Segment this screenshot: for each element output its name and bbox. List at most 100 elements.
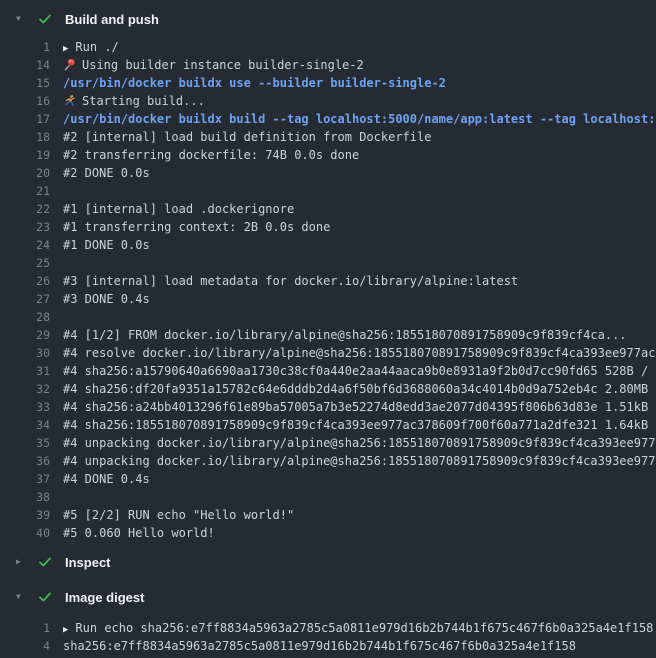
section-title: Image digest [65, 590, 144, 605]
line-text: /usr/bin/docker buildx build --tag local… [63, 112, 656, 126]
section-header[interactable]: ▼ Build and push [0, 9, 656, 29]
chevron-right-icon[interactable]: ▶ [16, 552, 30, 572]
log-line[interactable]: 22 #1 [internal] load .dockerignore [0, 200, 656, 218]
line-number[interactable]: 28 [0, 308, 63, 326]
log-line[interactable]: 33 #4 sha256:a24bb4013296f61e89ba57005a7… [0, 398, 656, 416]
log-line[interactable]: 25 [0, 254, 656, 272]
line-text: #4 sha256:a24bb4013296f61e89ba57005a7b3e… [63, 400, 656, 414]
line-number[interactable]: 40 [0, 524, 63, 542]
line-number[interactable]: 38 [0, 488, 63, 506]
line-number[interactable]: 33 [0, 398, 63, 416]
line-number[interactable]: 1 [0, 38, 63, 56]
runner-icon [63, 94, 76, 107]
log-line[interactable]: 1 ▶Run echo sha256:e7ff8834a5963a2785c5a… [0, 619, 656, 637]
line-content: #3 [internal] load metadata for docker.i… [63, 272, 656, 290]
line-content: sha256:e7ff8834a5963a2785c5a0811e979d16b… [63, 637, 656, 655]
log-line[interactable]: 16 Starting build... [0, 92, 656, 110]
line-number[interactable]: 27 [0, 290, 63, 308]
expand-arrow-icon[interactable]: ▶ [63, 44, 68, 54]
line-content: #4 resolve docker.io/library/alpine@sha2… [63, 344, 656, 362]
line-number[interactable]: 22 [0, 200, 63, 218]
line-text: #3 [internal] load metadata for docker.i… [63, 274, 518, 288]
line-number[interactable]: 4 [0, 637, 63, 655]
line-content: #4 unpacking docker.io/library/alpine@sh… [63, 434, 656, 452]
log-line[interactable]: 37 #4 DONE 0.4s [0, 470, 656, 488]
log-line[interactable]: 40 #5 0.060 Hello world! [0, 524, 656, 542]
log-line[interactable]: 24 #1 DONE 0.0s [0, 236, 656, 254]
line-number[interactable]: 36 [0, 452, 63, 470]
line-text: #3 DONE 0.4s [63, 292, 150, 306]
line-number[interactable]: 23 [0, 218, 63, 236]
line-number[interactable]: 14 [0, 56, 63, 74]
line-content: #1 transferring context: 2B 0.0s done [63, 218, 656, 236]
log-line[interactable]: 31 #4 sha256:a15790640a6690aa1730c38cf0a… [0, 362, 656, 380]
line-number[interactable]: 20 [0, 164, 63, 182]
line-text: #4 sha256:a15790640a6690aa1730c38cf0a440… [63, 364, 656, 378]
line-number[interactable]: 1 [0, 619, 63, 637]
log-line[interactable]: 1 ▶ Run ./ [0, 38, 656, 56]
line-number[interactable]: 39 [0, 506, 63, 524]
log-line[interactable]: 23 #1 transferring context: 2B 0.0s done [0, 218, 656, 236]
line-text: #2 [internal] load build definition from… [63, 130, 431, 144]
line-content: #4 sha256:a24bb4013296f61e89ba57005a7b3e… [63, 398, 656, 416]
line-number[interactable]: 30 [0, 344, 63, 362]
line-text: /usr/bin/docker buildx use --builder bui… [63, 76, 446, 90]
line-number[interactable]: 17 [0, 110, 63, 128]
line-number[interactable]: 18 [0, 128, 63, 146]
line-number[interactable]: 21 [0, 182, 63, 200]
line-number[interactable]: 32 [0, 380, 63, 398]
line-content: ▶Run echo sha256:e7ff8834a5963a2785c5a08… [63, 619, 656, 637]
chevron-down-icon[interactable]: ▼ [16, 587, 30, 607]
line-text: #4 sha256:df20fa9351a15782c64e6dddb2d4a6… [63, 382, 656, 396]
line-text: #2 DONE 0.0s [63, 166, 150, 180]
log-line[interactable]: 36 #4 unpacking docker.io/library/alpine… [0, 452, 656, 470]
line-text: Run ./ [75, 40, 118, 54]
line-text: #4 unpacking docker.io/library/alpine@sh… [63, 454, 656, 468]
log-line[interactable]: 14 Using builder instance builder-single… [0, 56, 656, 74]
log-line[interactable]: 4 sha256:e7ff8834a5963a2785c5a0811e979d1… [0, 637, 656, 655]
section-header[interactable]: ▶ Inspect [0, 552, 656, 572]
log-line[interactable]: 19 #2 transferring dockerfile: 74B 0.0s … [0, 146, 656, 164]
log-line[interactable]: 18 #2 [internal] load build definition f… [0, 128, 656, 146]
line-content: #4 sha256:a15790640a6690aa1730c38cf0a440… [63, 362, 656, 380]
pushpin-icon [63, 58, 76, 71]
check-icon [38, 555, 52, 569]
expand-arrow-icon[interactable]: ▶ [63, 625, 68, 635]
log-line[interactable]: 20 #2 DONE 0.0s [0, 164, 656, 182]
log-line[interactable]: 21 [0, 182, 656, 200]
log-line[interactable]: 34 #4 sha256:185518070891758909c9f839cf4… [0, 416, 656, 434]
line-number[interactable]: 15 [0, 74, 63, 92]
line-number[interactable]: 37 [0, 470, 63, 488]
line-number[interactable]: 29 [0, 326, 63, 344]
log-line[interactable]: 29 #4 [1/2] FROM docker.io/library/alpin… [0, 326, 656, 344]
line-content [63, 254, 656, 272]
line-number[interactable]: 16 [0, 92, 63, 110]
line-number[interactable]: 24 [0, 236, 63, 254]
line-number[interactable]: 26 [0, 272, 63, 290]
log-line[interactable]: 26 #3 [internal] load metadata for docke… [0, 272, 656, 290]
line-text: Using builder instance builder-single-2 [82, 58, 364, 72]
line-content: #4 sha256:185518070891758909c9f839cf4ca3… [63, 416, 656, 434]
log-line[interactable]: 35 #4 unpacking docker.io/library/alpine… [0, 434, 656, 452]
line-number[interactable]: 34 [0, 416, 63, 434]
log-line[interactable]: 39 #5 [2/2] RUN echo "Hello world!" [0, 506, 656, 524]
log-line[interactable]: 38 [0, 488, 656, 506]
section-build-and-push: ▼ Build and push 1 ▶ Run ./ 14 Using buil… [0, 0, 656, 542]
chevron-down-icon[interactable]: ▼ [16, 9, 30, 29]
log-line[interactable]: 17 /usr/bin/docker buildx build --tag lo… [0, 110, 656, 128]
log-line[interactable]: 27 #3 DONE 0.4s [0, 290, 656, 308]
line-text: #4 [1/2] FROM docker.io/library/alpine@s… [63, 328, 627, 342]
line-number[interactable]: 19 [0, 146, 63, 164]
line-number[interactable]: 31 [0, 362, 63, 380]
log-line[interactable]: 30 #4 resolve docker.io/library/alpine@s… [0, 344, 656, 362]
section-header[interactable]: ▼ Image digest [0, 587, 656, 607]
section-lines: 1 ▶Run echo sha256:e7ff8834a5963a2785c5a… [0, 619, 656, 655]
log-line[interactable]: 28 [0, 308, 656, 326]
line-number[interactable]: 35 [0, 434, 63, 452]
line-text: #1 [internal] load .dockerignore [63, 202, 294, 216]
line-text: Starting build... [82, 94, 205, 108]
log-line[interactable]: 32 #4 sha256:df20fa9351a15782c64e6dddb2d… [0, 380, 656, 398]
line-number[interactable]: 25 [0, 254, 63, 272]
log-line[interactable]: 15 /usr/bin/docker buildx use --builder … [0, 74, 656, 92]
section-image-digest: ▼ Image digest 1 ▶Run echo sha256:e7ff88… [0, 587, 656, 655]
